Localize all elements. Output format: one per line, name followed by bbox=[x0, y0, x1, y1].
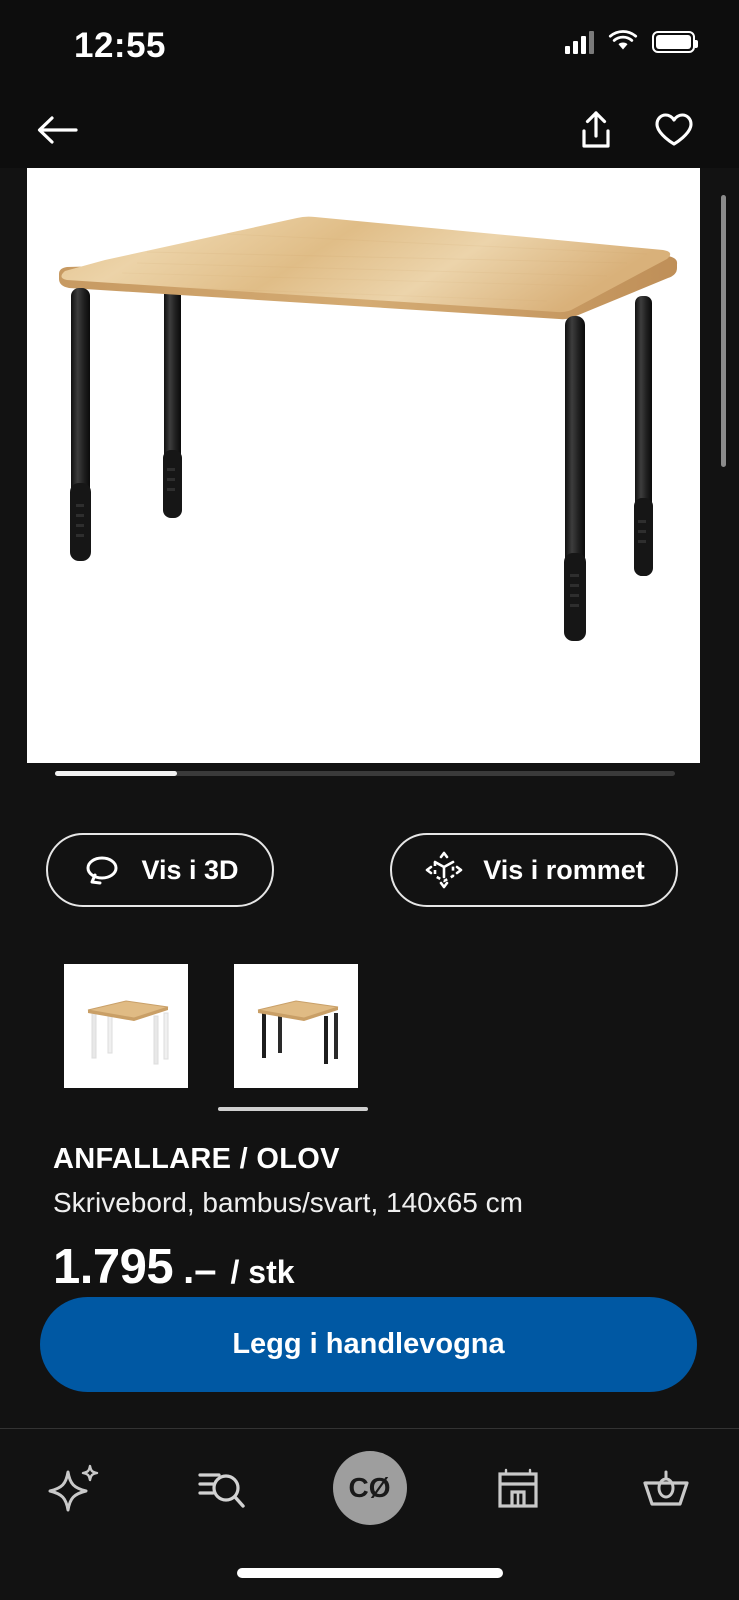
price-unit: / stk bbox=[230, 1254, 295, 1290]
wifi-icon bbox=[608, 30, 638, 50]
thumbnail-strip bbox=[0, 964, 739, 1114]
add-to-cart-button[interactable]: Legg i handlevogna bbox=[40, 1297, 697, 1392]
thumbnail-selected-indicator bbox=[218, 1107, 368, 1111]
thumbnail-2[interactable] bbox=[234, 964, 358, 1088]
view-options: Vis i 3D Vis i rommet bbox=[0, 833, 739, 907]
app-screen: 12:55 Vis i 3D Vis i rommet ANFALLARE / … bbox=[0, 0, 739, 1600]
product-description: Skrivebord, bambus/svart, 140x65 cm bbox=[53, 1187, 523, 1218]
page-scrollbar[interactable] bbox=[721, 195, 726, 467]
desk-white-legs-thumb-icon bbox=[64, 964, 188, 1088]
avatar-initials: CØ bbox=[348, 1472, 391, 1503]
navigation-bar bbox=[0, 92, 739, 168]
view-in-3d-label: Vis i 3D bbox=[141, 854, 239, 885]
main-product-image[interactable] bbox=[27, 168, 700, 763]
tab-profile[interactable]: CØ bbox=[296, 1445, 443, 1531]
gallery-scroll-indicator bbox=[55, 771, 675, 776]
ar-cube-icon bbox=[425, 851, 463, 889]
status-time: 12:55 bbox=[74, 26, 167, 65]
gallery-scroll-thumb bbox=[55, 771, 177, 776]
basket-icon bbox=[642, 1470, 689, 1506]
rotate-3d-icon bbox=[86, 856, 118, 885]
status-bar: 12:55 bbox=[0, 0, 739, 92]
home-indicator bbox=[236, 1568, 503, 1578]
favorite-button[interactable] bbox=[637, 92, 711, 168]
share-icon bbox=[582, 111, 610, 148]
desk-black-legs-thumb-icon bbox=[234, 964, 358, 1088]
back-button[interactable] bbox=[20, 92, 94, 168]
avatar: CØ bbox=[332, 1451, 407, 1525]
status-indicators bbox=[565, 30, 698, 54]
view-in-room-label: Vis i rommet bbox=[483, 854, 645, 885]
tab-search[interactable] bbox=[147, 1445, 294, 1531]
heart-icon bbox=[655, 113, 693, 146]
product-name: ANFALLARE / OLOV bbox=[53, 1143, 340, 1175]
view-in-room-button[interactable]: Vis i rommet bbox=[390, 833, 678, 907]
price-amount: 1.795 bbox=[53, 1240, 174, 1294]
product-price: 1.795 .– / stk bbox=[53, 1239, 713, 1295]
add-to-cart-label: Legg i handlevogna bbox=[232, 1328, 505, 1360]
sparkle-icon bbox=[48, 1464, 98, 1512]
battery-icon bbox=[652, 31, 698, 53]
store-icon bbox=[497, 1468, 538, 1508]
tab-cart[interactable] bbox=[592, 1445, 739, 1531]
desk-illustration bbox=[59, 216, 678, 641]
bottom-tab-bar: CØ bbox=[0, 1428, 739, 1600]
product-gallery[interactable] bbox=[0, 168, 739, 808]
search-list-icon bbox=[197, 1473, 245, 1508]
back-arrow-icon bbox=[37, 116, 78, 144]
product-info: ANFALLARE / OLOV Skrivebord, bambus/svar… bbox=[53, 1143, 713, 1295]
view-in-3d-button[interactable]: Vis i 3D bbox=[46, 833, 274, 907]
signal-bars-icon bbox=[565, 30, 594, 54]
thumbnail-1[interactable] bbox=[64, 964, 188, 1088]
tab-store[interactable] bbox=[444, 1445, 591, 1531]
tab-inspiration[interactable] bbox=[0, 1445, 147, 1531]
share-button[interactable] bbox=[559, 92, 633, 168]
price-suffix: .– bbox=[183, 1248, 217, 1292]
